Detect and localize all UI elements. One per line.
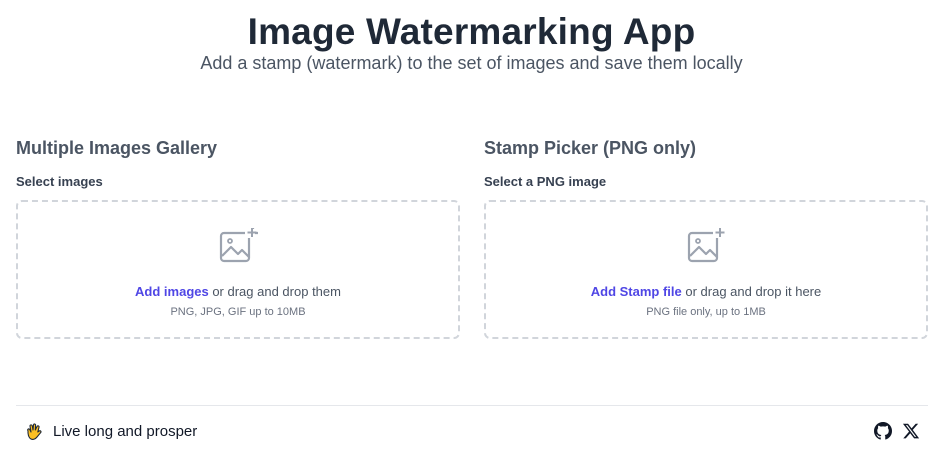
stamp-section: Stamp Picker (PNG only) Select a PNG ima… xyxy=(484,136,928,339)
gallery-section: Multiple Images Gallery Select images Ad… xyxy=(16,136,460,339)
gallery-heading: Multiple Images Gallery xyxy=(16,138,218,158)
page-title: Image Watermarking App xyxy=(247,11,696,52)
gallery-hint: PNG, JPG, GIF up to 10MB xyxy=(170,306,306,318)
add-stamp-link[interactable]: Add Stamp file xyxy=(591,284,682,299)
github-icon xyxy=(874,422,892,440)
page-header: Image Watermarking App Add a stamp (wate… xyxy=(0,0,943,74)
stamp-drag-text: or drag and drop it here xyxy=(681,284,822,299)
x-icon xyxy=(902,423,920,439)
page-subtitle: Add a stamp (watermark) to the set of im… xyxy=(200,53,743,73)
stamp-heading: Stamp Picker (PNG only) xyxy=(484,138,697,158)
x-link[interactable] xyxy=(902,422,920,440)
stamp-field-label: Select a PNG image xyxy=(484,174,607,189)
upload-columns: Multiple Images Gallery Select images Ad… xyxy=(16,136,928,342)
footer-left: Live long and prosper xyxy=(24,422,197,442)
image-add-icon xyxy=(687,228,725,263)
footer-text: Live long and prosper xyxy=(53,423,198,440)
add-images-link[interactable]: Add images xyxy=(135,284,209,299)
image-add-icon xyxy=(219,228,258,263)
stamp-dropzone[interactable]: Add Stamp file or drag and drop it here … xyxy=(484,200,928,339)
github-link[interactable] xyxy=(874,422,892,440)
footer-links xyxy=(864,422,920,440)
stamp-dropzone-text: Add Stamp file or drag and drop it here xyxy=(486,283,926,301)
gallery-field-label: Select images xyxy=(16,174,103,189)
gallery-dropzone[interactable]: Add images or drag and drop them PNG, JP… xyxy=(16,200,460,339)
stamp-hint: PNG file only, up to 1MB xyxy=(646,306,766,318)
gallery-drag-text: or drag and drop them xyxy=(208,284,341,299)
vulcan-salute-icon xyxy=(27,423,42,440)
gallery-dropzone-text: Add images or drag and drop them xyxy=(18,283,458,301)
page-footer: Live long and prosper xyxy=(16,405,928,456)
